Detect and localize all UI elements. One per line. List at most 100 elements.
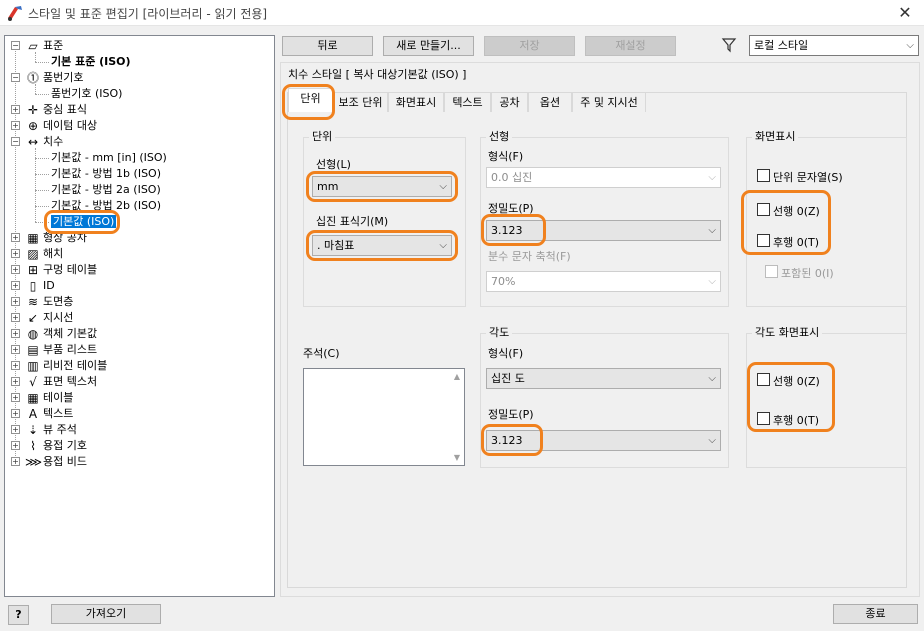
comment-textarea[interactable]: ▲ ▼	[303, 368, 465, 466]
expand-icon[interactable]: +	[11, 345, 20, 354]
standard-icon: ▱	[28, 39, 38, 53]
display-group	[746, 137, 907, 307]
balloon-icon: ⓵	[26, 71, 39, 85]
tree-leaf[interactable]: 기본값 - 방법 1b (ISO)	[51, 166, 161, 182]
expand-icon[interactable]: +	[11, 105, 20, 114]
tab-display[interactable]: 화면표시	[388, 92, 444, 112]
tree-node-label: 부품 리스트	[43, 343, 98, 356]
linear-precision-label: 정밀도(P)	[488, 202, 534, 215]
linear-unit-label: 선형(L)	[316, 158, 351, 171]
expand-icon[interactable]: +	[11, 297, 20, 306]
linear-unit-dropdown[interactable]: mm ⌵	[312, 176, 452, 197]
tree-leaf[interactable]: 기본 표준 (ISO)	[51, 54, 131, 70]
leading-zero-checkbox[interactable]	[757, 203, 770, 216]
table-icon: ▦	[27, 391, 39, 405]
tab-tolerance[interactable]: 공차	[491, 92, 528, 112]
style-filter-dropdown[interactable]: 로컬 스타일 ⌵	[749, 35, 919, 56]
expand-icon[interactable]: +	[11, 393, 20, 402]
chevron-down-icon: ⌵	[906, 40, 914, 51]
angle-trailing-zero-label: 후행 0(T)	[773, 414, 820, 427]
expand-icon[interactable]: +	[11, 361, 20, 370]
expand-icon[interactable]: +	[11, 313, 20, 322]
angle-format-value: 십진 도	[491, 372, 525, 385]
tab-alternate-units[interactable]: 보조 단위	[333, 92, 388, 112]
angle-precision-value: 3.123	[491, 434, 523, 447]
display-group-title: 화면표시	[752, 131, 799, 143]
expand-icon[interactable]: +	[11, 377, 20, 386]
unit-string-label: 단위 문자열(S)	[773, 171, 843, 184]
angle-precision-dropdown[interactable]: 3.123 ⌵	[486, 430, 721, 451]
close-icon[interactable]: ✕	[890, 2, 920, 24]
done-button[interactable]: 종료	[833, 604, 918, 624]
tree-node-label: 용접 기호	[43, 439, 87, 452]
angle-format-dropdown[interactable]: 십진 도 ⌵	[486, 368, 721, 389]
expand-icon[interactable]: +	[11, 329, 20, 338]
help-button[interactable]: ?	[8, 605, 29, 625]
reset-button[interactable]: 재설정	[585, 36, 676, 56]
tree-leaf-label: 기본값 - 방법 2b (ISO)	[51, 199, 162, 212]
import-button[interactable]: 가져오기	[51, 604, 161, 624]
surface-texture-icon: √	[29, 375, 37, 389]
expand-icon[interactable]: +	[11, 249, 20, 258]
expand-icon[interactable]: +	[11, 281, 20, 290]
expand-icon[interactable]: +	[11, 265, 20, 274]
tree-node-label: ID	[43, 279, 55, 292]
back-button[interactable]: 뒤로	[282, 36, 373, 56]
chevron-down-icon: ⌵	[439, 181, 447, 192]
angle-trailing-zero-checkbox[interactable]	[757, 412, 770, 425]
linear-precision-dropdown[interactable]: 3.123 ⌵	[486, 220, 721, 241]
new-button[interactable]: 새로 만들기...	[383, 36, 474, 56]
expand-icon[interactable]: +	[11, 233, 20, 242]
trailing-zero-label: 후행 0(T)	[773, 236, 820, 249]
tree-node-label: 텍스트	[43, 407, 74, 420]
collapse-icon[interactable]: −	[11, 73, 20, 82]
view-annotation-icon: ⇣	[27, 423, 39, 437]
style-tree[interactable]: − ▱ 표준 기본 표준 (ISO) − ⓵ 품번기호 품번기호 (ISO) + ✛ 중심 표식 + ⊕…	[4, 35, 275, 597]
save-button[interactable]: 저장	[484, 36, 575, 56]
expand-icon[interactable]: +	[11, 457, 20, 466]
center-mark-icon: ✛	[27, 103, 39, 117]
tab-notes-leaders[interactable]: 주 및 지시선	[572, 92, 646, 112]
tree-leaf[interactable]: 기본값 - 방법 2a (ISO)	[51, 182, 161, 198]
trailing-zero-checkbox[interactable]	[757, 234, 770, 247]
style-filter-value: 로컬 스타일	[754, 39, 809, 52]
collapse-icon[interactable]: −	[11, 137, 20, 146]
tree-leaf[interactable]: 기본값 (ISO)	[51, 214, 117, 230]
parts-list-icon: ▤	[27, 343, 39, 357]
tree-leaf-label: 기본 표준 (ISO)	[51, 55, 131, 68]
tree-leaf-label: 기본값 - 방법 1b (ISO)	[51, 167, 162, 180]
dimension-icon: ↔	[27, 135, 39, 149]
collapse-icon[interactable]: −	[11, 41, 20, 50]
layer-icon: ≋	[27, 295, 39, 309]
tab-text[interactable]: 텍스트	[444, 92, 491, 112]
weld-bead-icon: ⋙	[25, 455, 43, 469]
decimal-marker-dropdown[interactable]: . 마침표 ⌵	[312, 235, 452, 256]
inclusive-zero-label: 포함된 0(I)	[781, 267, 834, 280]
linear-format-dropdown[interactable]: 0.0 십진 ⌵	[486, 167, 721, 188]
scroll-down-icon[interactable]: ▼	[454, 453, 460, 462]
tab-units[interactable]: 단위	[288, 88, 333, 112]
angle-leading-zero-checkbox[interactable]	[757, 373, 770, 386]
title-bar: 스타일 및 표준 편집기 [라이브러리 - 읽기 전용] ✕	[0, 0, 924, 26]
expand-icon[interactable]: +	[11, 409, 20, 418]
tree-leaf[interactable]: 기본값 - 방법 2b (ISO)	[51, 198, 161, 214]
tree-node-label: 용접 비드	[43, 455, 87, 468]
fraction-scale-dropdown[interactable]: 70% ⌵	[486, 271, 721, 292]
tree-leaf[interactable]: 품번기호 (ISO)	[51, 86, 122, 102]
inclusive-zero-checkbox[interactable]	[765, 265, 778, 278]
tree-node-label: 구멍 테이블	[43, 263, 98, 276]
unit-string-checkbox[interactable]	[757, 169, 770, 182]
scroll-up-icon[interactable]: ▲	[454, 372, 460, 381]
linear-group-title: 선형	[486, 131, 513, 143]
expand-icon[interactable]: +	[11, 121, 20, 130]
tree-leaf[interactable]: 기본값 - mm [in] (ISO)	[51, 150, 167, 166]
expand-icon[interactable]: +	[11, 441, 20, 450]
tree-node-label: 뷰 주석	[43, 423, 77, 436]
filter-icon[interactable]	[721, 37, 737, 53]
linear-unit-value: mm	[317, 180, 339, 193]
tree-node-label: 형상 공차	[43, 231, 87, 244]
decimal-marker-value: . 마침표	[317, 239, 355, 252]
tab-options[interactable]: 옵션	[528, 92, 572, 112]
expand-icon[interactable]: +	[11, 425, 20, 434]
angle-precision-label: 정밀도(P)	[488, 408, 534, 421]
